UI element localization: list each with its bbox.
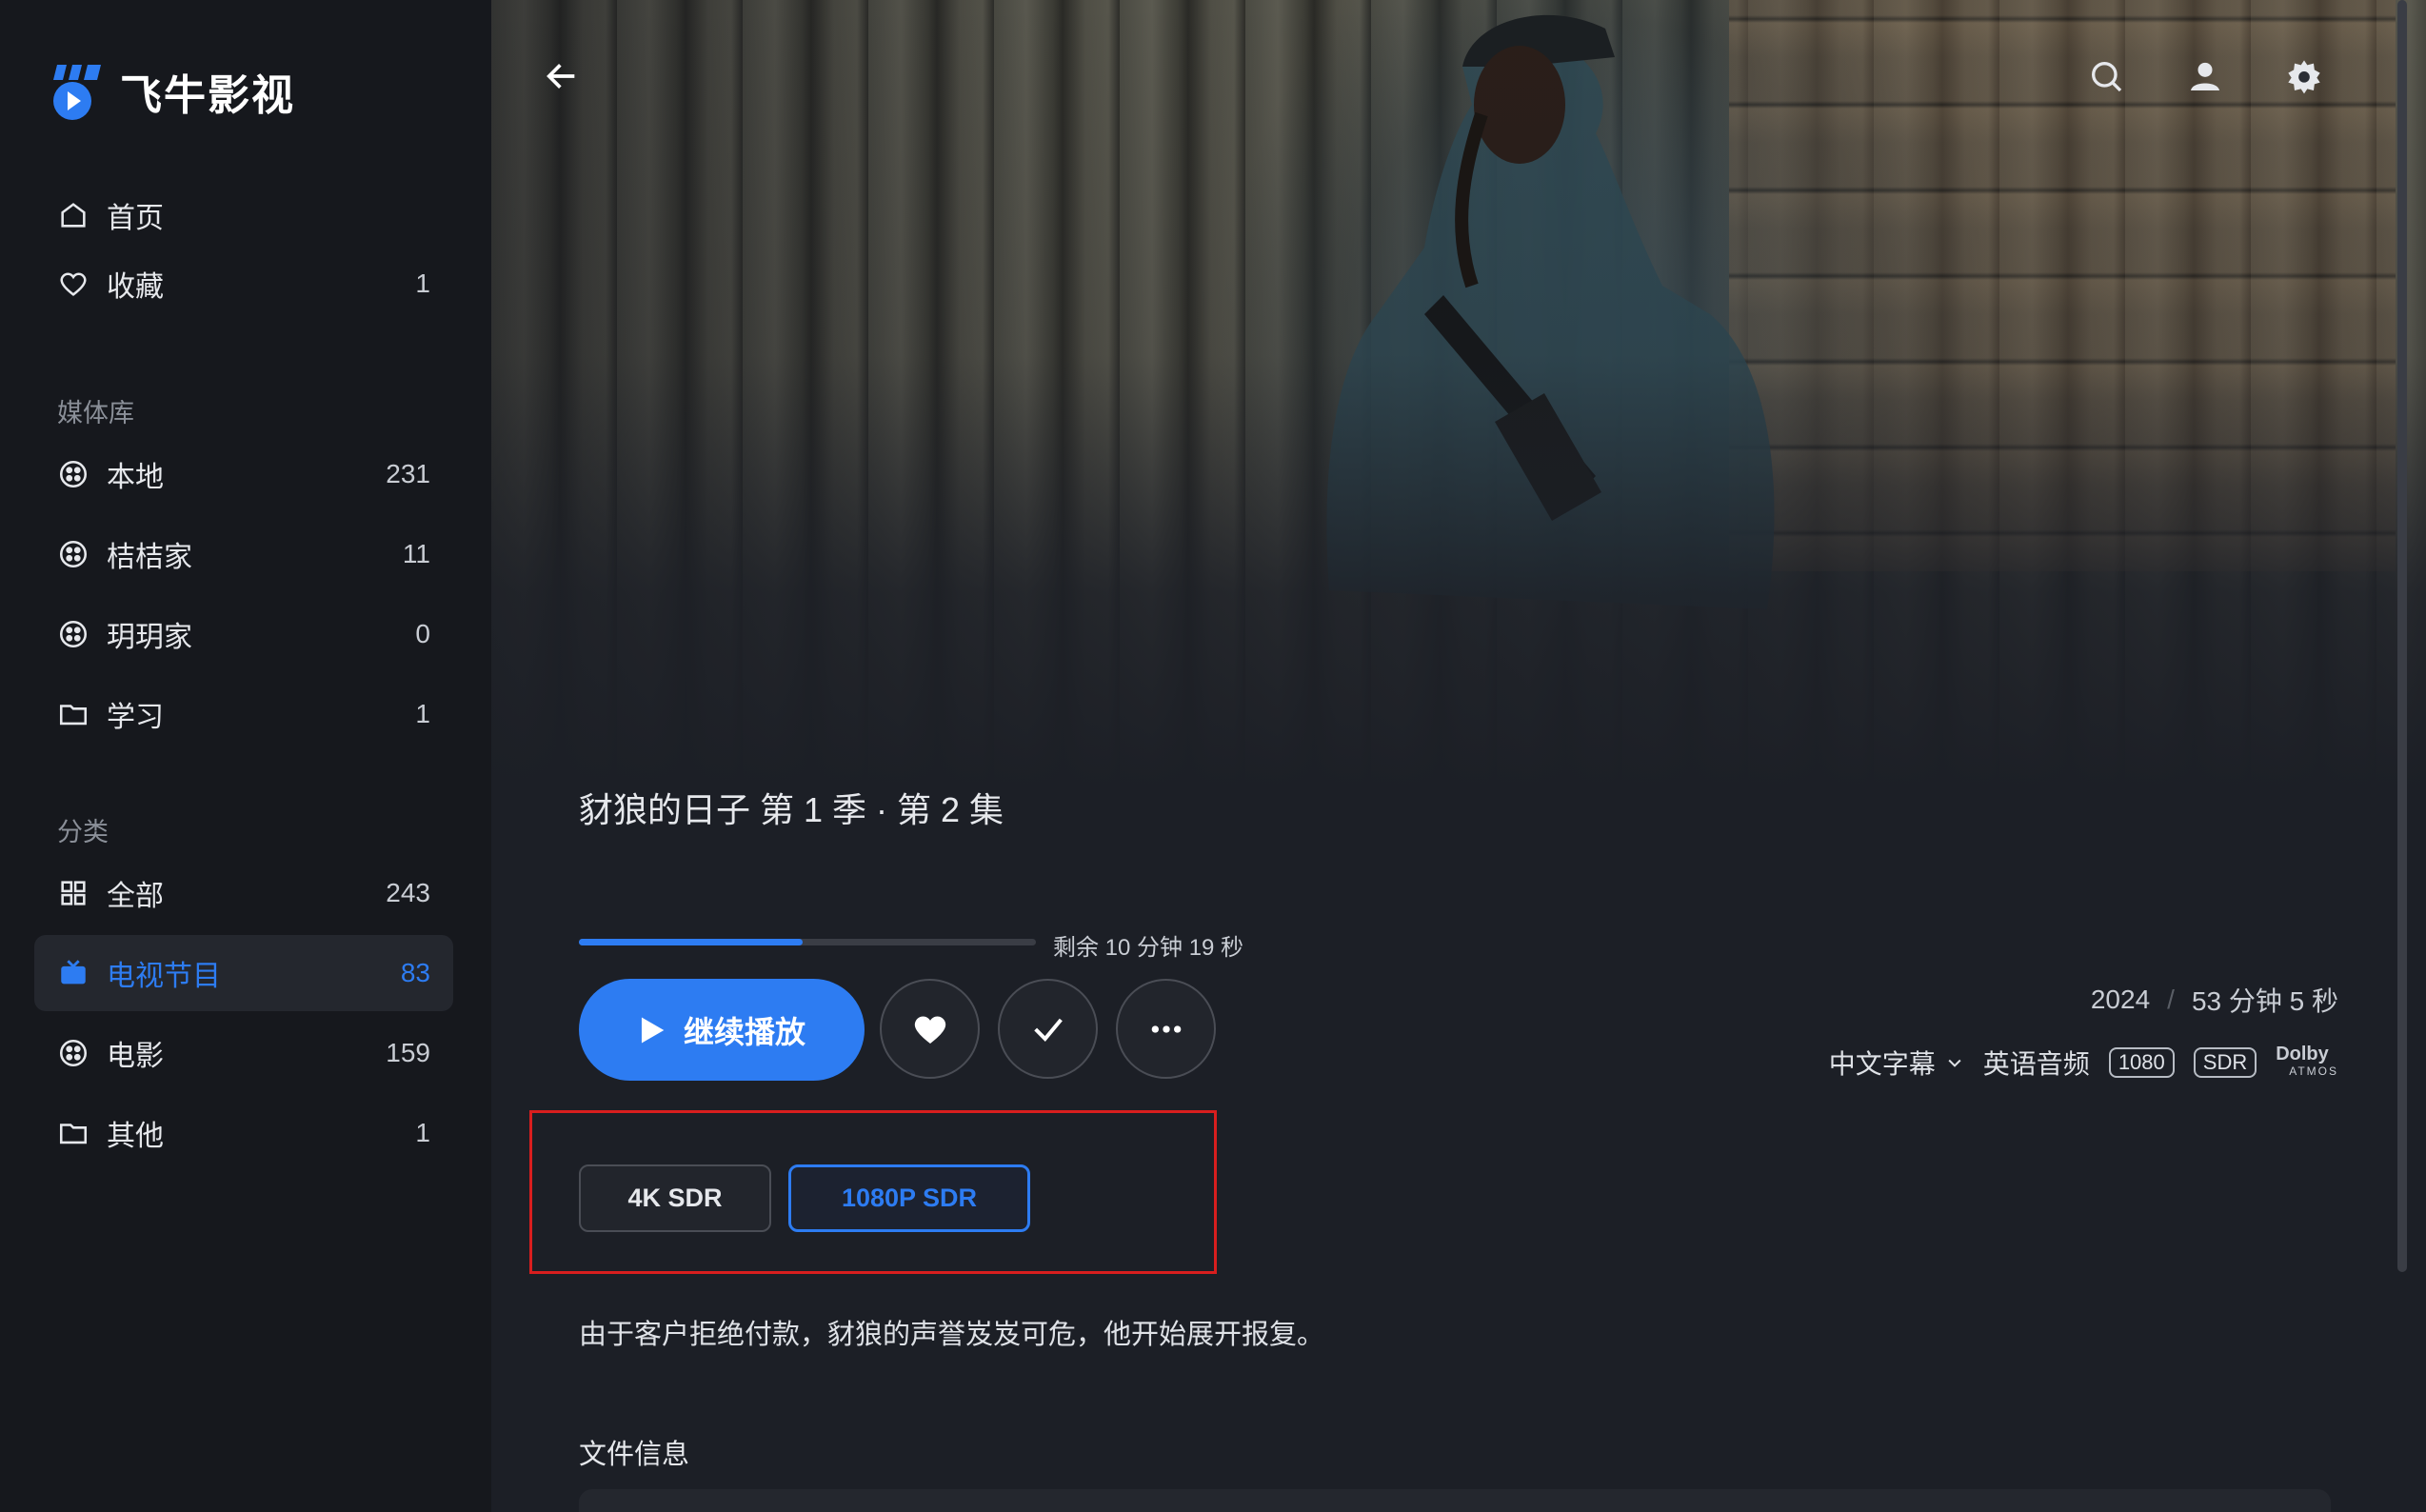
sidebar-item-label: 电视节目 [107, 961, 221, 992]
library-section-title: 媒体库 [57, 399, 134, 428]
back-arrow-icon [547, 64, 575, 89]
sidebar-item-count: 1 [415, 699, 430, 728]
film-reel-icon [57, 1037, 89, 1069]
more-dots-icon [1151, 1025, 1181, 1033]
chevron-down-icon [1948, 1059, 1961, 1067]
resolution-badge: 1080 [2108, 1047, 2175, 1078]
tv-icon [57, 957, 89, 989]
hero-gradient-overlay [491, 0, 2426, 790]
meta-separator: / [2167, 985, 2175, 1014]
sidebar-item-label: 桔桔家 [107, 542, 192, 573]
sidebar-item-all[interactable]: 全部 243 [34, 855, 453, 931]
runtime: 53 分钟 5 秒 [2191, 986, 2338, 1016]
atmos-text: ATMOS [2289, 1064, 2338, 1078]
sidebar-item-count: 159 [386, 1038, 430, 1067]
sidebar: 飞牛影视 首页 收藏 1 媒体库 本地 231 桔桔家 11 玥玥家 0 学习 … [0, 0, 491, 1512]
settings-button[interactable] [2276, 48, 2333, 105]
sidebar-item-label: 全部 [107, 881, 164, 912]
home-icon [57, 199, 89, 231]
sidebar-item-count: 83 [400, 958, 430, 987]
dolby-text: Dolby [2276, 1044, 2329, 1064]
file-info-title: 文件信息 [579, 1440, 690, 1470]
folder-icon [57, 1117, 89, 1149]
app-name: 飞牛影视 [120, 72, 295, 119]
sidebar-item-label: 本地 [107, 462, 164, 493]
category-section-title: 分类 [57, 818, 109, 846]
hdr-badge: SDR [2193, 1047, 2257, 1078]
sidebar-item-other[interactable]: 其他 1 [34, 1095, 453, 1171]
search-button[interactable] [2078, 48, 2135, 105]
sidebar-item-yueyuejia[interactable]: 玥玥家 0 [34, 596, 453, 672]
sidebar-item-label: 学习 [107, 702, 164, 733]
library-icon [57, 458, 89, 490]
sidebar-item-count: 1 [415, 1118, 430, 1147]
favorite-button[interactable] [880, 979, 980, 1079]
remaining-time: 剩余 10 分钟 19 秒 [1053, 935, 1244, 961]
sidebar-item-count: 0 [415, 619, 430, 648]
subtitle-label: 中文字幕 [1828, 1049, 1936, 1079]
sidebar-item-count: 243 [386, 878, 430, 907]
version-1080p-button[interactable]: 1080P SDR [788, 1164, 1030, 1232]
sidebar-item-jujujia[interactable]: 桔桔家 11 [34, 516, 453, 592]
file-info-panel [579, 1489, 2331, 1512]
user-icon [2191, 62, 2219, 90]
settings-icon [2288, 60, 2320, 94]
sidebar-item-count: 11 [402, 539, 430, 568]
sidebar-item-count: 1 [415, 269, 430, 298]
watch-progress-bar[interactable] [579, 939, 1036, 945]
media-meta: 2024 / 53 分钟 5 秒 [2091, 981, 2338, 1019]
stream-info: 中文字幕 英语音频 1080 SDR Dolby ATMOS [1829, 1044, 2338, 1082]
subtitle-selector[interactable]: 中文字幕 [1829, 1044, 1964, 1082]
watch-progress-fill [579, 939, 804, 945]
dolby-atmos-logo: Dolby ATMOS [2276, 1044, 2338, 1080]
search-icon [2092, 62, 2122, 92]
version-4k-button[interactable]: 4K SDR [579, 1164, 771, 1232]
more-options-button[interactable] [1116, 979, 1216, 1079]
main-content: 豺狼的日子 第 1 季 · 第 2 集 剩余 10 分钟 19 秒 继续播放 2… [491, 0, 2426, 1512]
sidebar-item-tv-shows[interactable]: 电视节目 83 [34, 935, 453, 1011]
mark-watched-button[interactable] [998, 979, 1098, 1079]
release-year: 2024 [2090, 985, 2151, 1014]
checkmark-icon [1033, 1018, 1063, 1042]
hero-backdrop [491, 0, 2426, 790]
library-icon [57, 618, 89, 650]
sidebar-item-label: 玥玥家 [107, 622, 192, 653]
scrollbar[interactable] [2397, 0, 2407, 1272]
heart-icon [914, 1015, 945, 1044]
sidebar-item-label: 收藏 [107, 271, 164, 303]
sidebar-item-label: 首页 [107, 203, 164, 234]
sidebar-item-label: 其他 [107, 1121, 164, 1152]
episode-title: 豺狼的日子 第 1 季 · 第 2 集 [579, 790, 1004, 829]
sidebar-item-local[interactable]: 本地 231 [34, 436, 453, 512]
brand[interactable]: 飞牛影视 [50, 59, 295, 124]
continue-play-button[interactable]: 继续播放 [579, 979, 865, 1081]
grid-icon [57, 877, 89, 909]
sidebar-item-movies[interactable]: 电影 159 [34, 1015, 453, 1091]
episode-description: 由于客户拒绝付款，豺狼的声誉岌岌可危，他开始展开报复。 [579, 1320, 1325, 1350]
sidebar-item-label: 电影 [107, 1041, 164, 1072]
user-button[interactable] [2177, 48, 2234, 105]
folder-icon [57, 698, 89, 730]
play-button-label: 继续播放 [683, 1014, 805, 1049]
play-icon [641, 1016, 665, 1044]
audio-label[interactable]: 英语音频 [1983, 1044, 2090, 1082]
sidebar-item-study[interactable]: 学习 1 [34, 676, 453, 752]
app-logo-icon [53, 65, 101, 120]
sidebar-item-favorites[interactable]: 收藏 1 [34, 246, 453, 322]
heart-icon [57, 268, 89, 300]
sidebar-item-home[interactable]: 首页 [34, 177, 453, 253]
back-button[interactable] [533, 48, 590, 105]
sidebar-item-count: 231 [386, 459, 430, 488]
library-icon [57, 538, 89, 570]
